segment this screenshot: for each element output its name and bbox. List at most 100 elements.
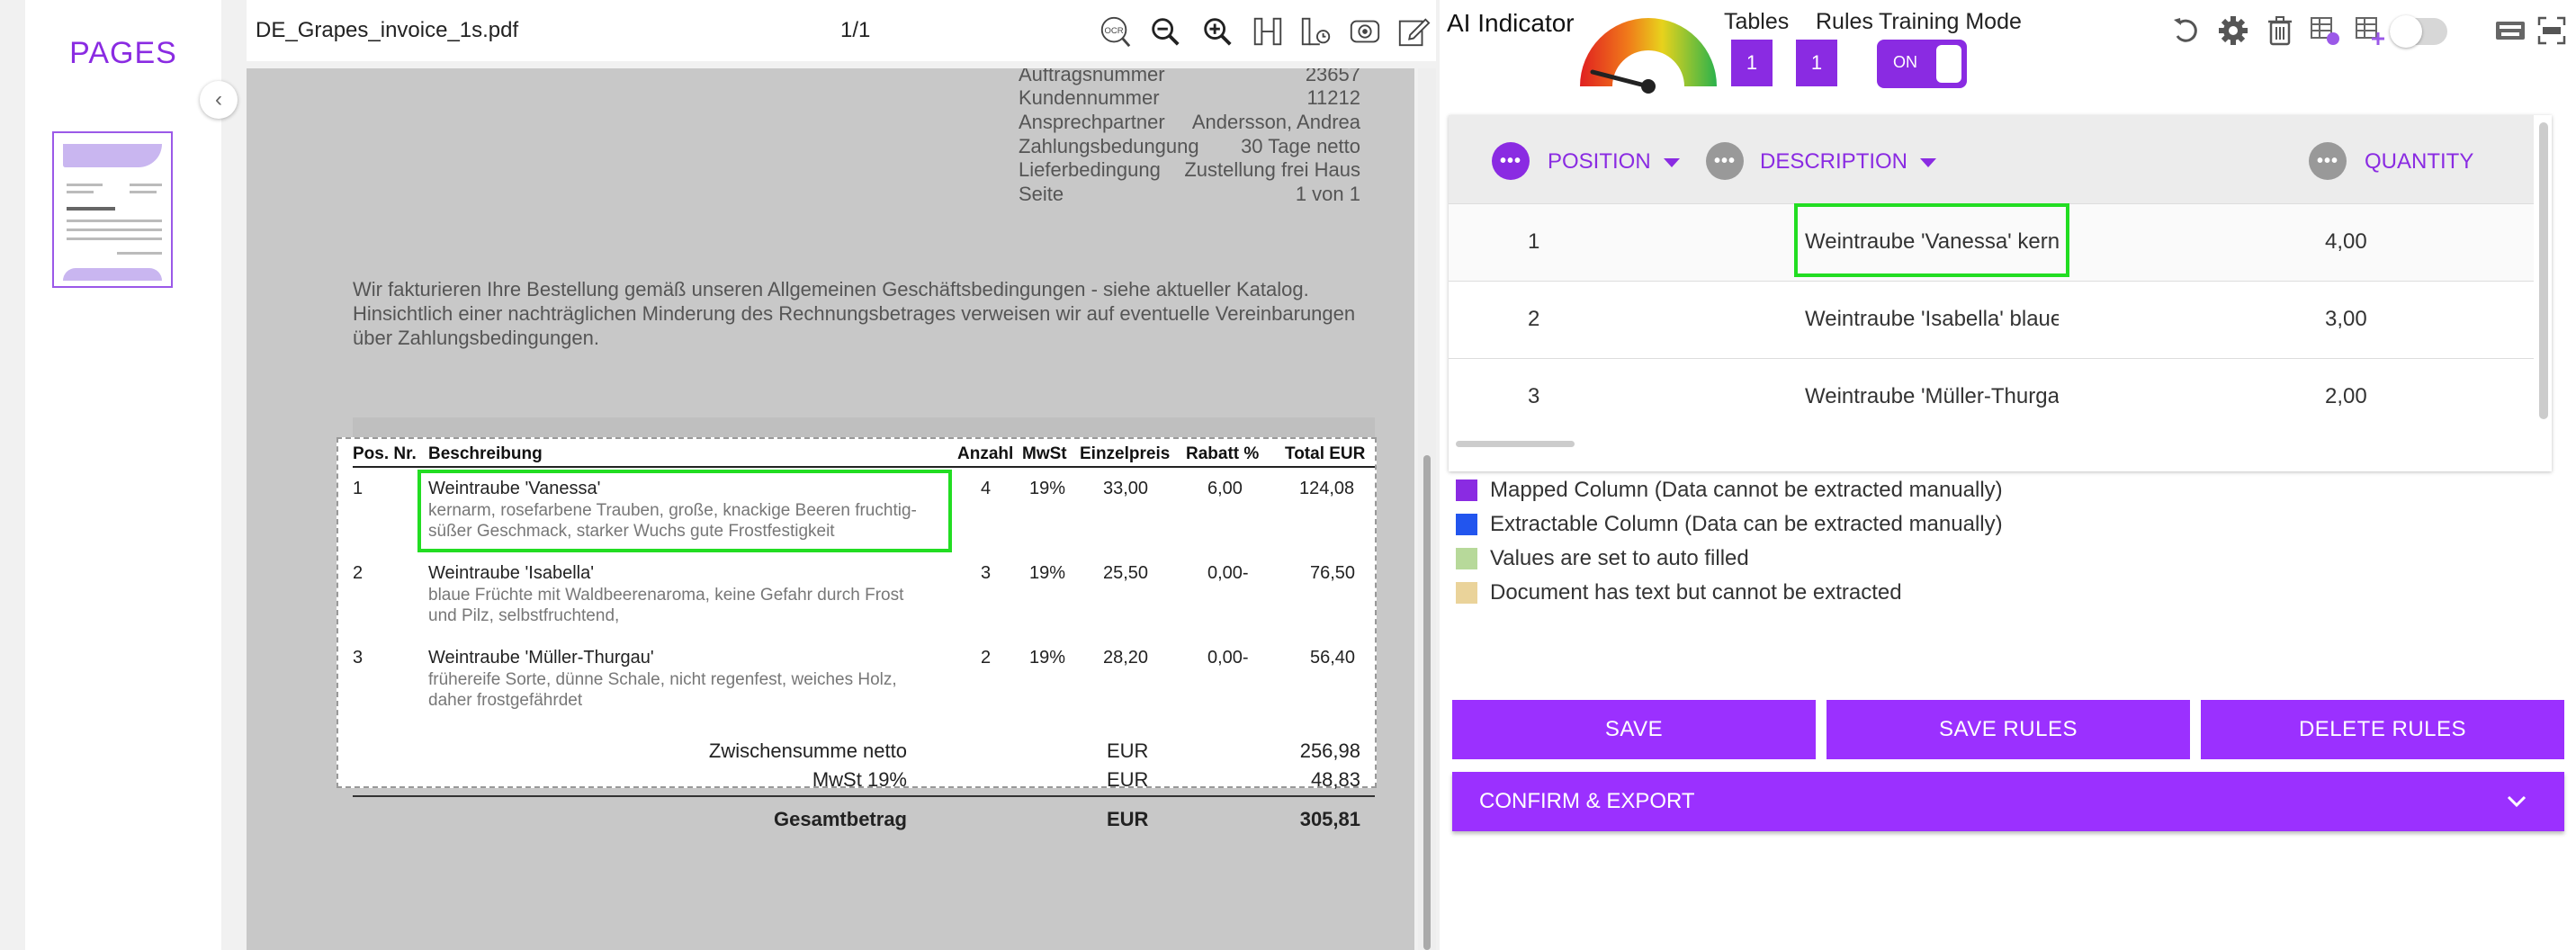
vat-label: MwSt 19% (812, 768, 907, 791)
meta-label: Zahlungsbedungung (1019, 135, 1199, 157)
row-total: 124,08 (1299, 479, 1355, 498)
undo-icon[interactable] (2168, 13, 2204, 49)
extraction-panel: AI Indicator Tables Rules Training Mode … (1440, 0, 2576, 950)
row-vat: 19% (1029, 479, 1066, 498)
position-cell[interactable]: 3 (1528, 384, 1539, 409)
table-row[interactable]: 2 Weintraube 'Isabella' blaue Früchte mi… (1449, 281, 2534, 358)
row-price: 28,20 (1103, 648, 1149, 668)
sort-down-icon (1663, 157, 1680, 167)
toggle-switch[interactable] (2390, 15, 2447, 48)
meta-value: 30 Tage netto (1241, 135, 1360, 157)
table-header: Total EUR (1285, 444, 1366, 463)
training-mode-label: Training Mode (1879, 9, 2022, 34)
row-vat: 19% (1029, 648, 1066, 668)
ocr-search-icon[interactable]: OCR (1096, 13, 1134, 50)
table-header: Pos. Nr. (353, 444, 417, 463)
table-header: Rabatt % (1186, 444, 1260, 463)
row-price: 25,50 (1103, 563, 1149, 583)
row-desc: blaue Früchte mit Waldbeerenaroma, keine… (428, 586, 904, 625)
row-pos: 1 (353, 479, 364, 498)
sort-down-icon (1920, 157, 1937, 167)
table-settings-icon[interactable] (1297, 13, 1335, 50)
viewer-toolbar: DE_Grapes_invoice_1s.pdf 1/1 OCR (247, 0, 1436, 61)
table-header: Beschreibung (428, 444, 543, 463)
description-column-header[interactable]: DESCRIPTION (1760, 149, 1937, 175)
document-canvas[interactable]: Auftragsnummer 23657 Kundennummer 11212 … (247, 68, 1414, 950)
row-qty: 4 (981, 479, 992, 498)
legend-swatch-extractable (1456, 514, 1477, 535)
meta-label: Auftragsnummer (1019, 68, 1165, 85)
row-discount: 0,00- (1207, 563, 1249, 583)
quantity-column-menu[interactable]: ••• (2309, 142, 2347, 180)
ocr-icon[interactable] (2534, 13, 2570, 49)
legend-item: Document has text but cannot be extracte… (1456, 579, 1902, 606)
tables-label: Tables (1724, 9, 1790, 34)
meta-value: Andersson, Andrea (1191, 111, 1360, 133)
save-button[interactable]: SAVE (1452, 700, 1816, 759)
training-mode-toggle[interactable]: ON (1877, 40, 1967, 88)
grand-total-value: 305,81 (1299, 808, 1360, 830)
position-cell[interactable]: 1 (1528, 229, 1539, 255)
ai-indicator-label: AI Indicator (1447, 9, 1575, 37)
trash-icon[interactable] (2262, 13, 2298, 49)
grand-total-label: Gesamtbetrag (774, 808, 907, 830)
quantity-column-header[interactable]: QUANTITY (2365, 149, 2473, 175)
tables-count[interactable]: 1 (1731, 40, 1773, 86)
keyboard-icon[interactable] (2492, 13, 2528, 49)
row-qty: 3 (981, 563, 992, 583)
field-detect-icon[interactable] (1346, 13, 1384, 50)
page-thumbnail[interactable] (52, 131, 173, 288)
table-header: Anzahl (957, 444, 1014, 463)
zoom-in-icon[interactable] (1198, 13, 1236, 50)
subtotal-currency: EUR (1107, 739, 1149, 762)
quantity-cell[interactable]: 4,00 (2325, 229, 2367, 255)
table-header: MwSt (1022, 444, 1067, 463)
rules-count[interactable]: 1 (1796, 40, 1837, 86)
row-total: 56,40 (1310, 648, 1356, 668)
collapse-sidebar-button[interactable]: ‹ (200, 81, 238, 119)
vat-currency: EUR (1107, 768, 1149, 791)
table-header: Einzelpreis (1080, 444, 1171, 463)
description-column-menu[interactable]: ••• (1706, 142, 1744, 180)
grand-total-currency: EUR (1107, 808, 1149, 830)
chevron-left-icon: ‹ (215, 87, 222, 112)
row-title: Weintraube 'Isabella' (428, 563, 595, 583)
selected-grid-cell-highlight (1794, 203, 2069, 277)
meta-value: Zustellung frei Haus (1184, 158, 1360, 181)
meta-value: 23657 (1305, 68, 1360, 85)
delete-rules-button[interactable]: DELETE RULES (2201, 700, 2564, 759)
gear-icon[interactable] (2215, 13, 2251, 49)
edit-icon[interactable] (1395, 13, 1432, 50)
row-qty: 2 (981, 648, 992, 668)
grid-vertical-scrollbar[interactable] (2539, 122, 2548, 419)
subtotal-value: 256,98 (1299, 739, 1360, 762)
table-edit-icon[interactable] (2307, 13, 2343, 49)
file-name: DE_Grapes_invoice_1s.pdf (256, 18, 519, 42)
zoom-out-icon[interactable] (1146, 13, 1184, 50)
meta-label: Ansprechpartner (1019, 111, 1165, 133)
column-split-icon[interactable] (1249, 13, 1287, 50)
document-scrollbar[interactable] (1418, 68, 1436, 950)
description-cell[interactable]: Weintraube 'Isabella' blaue Früchte mit … (1805, 307, 2059, 332)
position-column-header[interactable]: POSITION (1548, 149, 1680, 175)
meta-label: Kundennummer (1019, 86, 1160, 109)
selected-cell-highlight[interactable] (417, 470, 952, 552)
pdf-viewer: DE_Grapes_invoice_1s.pdf 1/1 OCR Auftrag… (247, 0, 1436, 950)
quantity-cell[interactable]: 2,00 (2325, 384, 2367, 409)
table-row[interactable]: 3 Weintraube 'Müller-Thurgau' frühereife… (1449, 358, 2534, 435)
position-column-menu[interactable]: ••• (1492, 142, 1530, 180)
save-rules-button[interactable]: SAVE RULES (1827, 700, 2190, 759)
grid-horizontal-scrollbar[interactable] (1456, 441, 1575, 447)
confirm-export-button[interactable]: CONFIRM & EXPORT (1452, 772, 2564, 831)
pages-panel: PAGES (25, 0, 221, 950)
rules-label: Rules (1816, 9, 1873, 34)
table-add-icon[interactable] (2352, 13, 2388, 49)
row-discount: 6,00 (1207, 479, 1243, 498)
svg-text:OCR: OCR (1104, 26, 1123, 36)
extracted-table-grid: ••• POSITION ••• DESCRIPTION ••• QUANTIT… (1449, 115, 2552, 471)
position-cell[interactable]: 2 (1528, 307, 1539, 332)
quantity-cell[interactable]: 3,00 (2325, 307, 2367, 332)
row-title: Weintraube 'Müller-Thurgau' (428, 648, 654, 668)
description-cell[interactable]: Weintraube 'Müller-Thurgau' frühereife S… (1805, 384, 2059, 409)
meta-value: 11212 (1306, 86, 1360, 109)
